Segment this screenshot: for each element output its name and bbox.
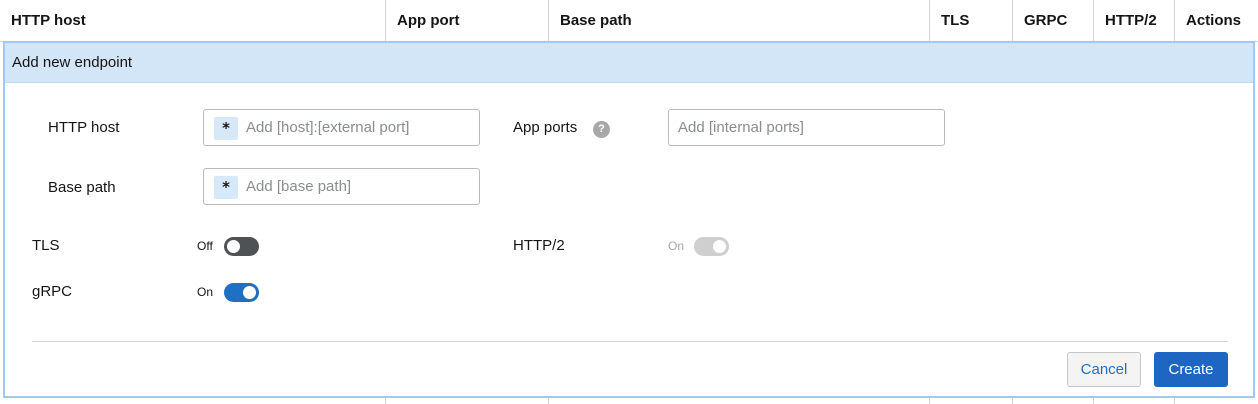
tls-label: TLS <box>32 237 60 254</box>
http-host-placeholder: Add [host]:[external port] <box>246 119 410 136</box>
http-host-input[interactable]: * Add [host]:[external port] <box>203 109 480 146</box>
required-asterisk-icon: * <box>214 117 238 140</box>
column-header-grpc: GRPC <box>1012 0 1093 42</box>
tls-state-text: Off <box>197 239 213 253</box>
help-icon[interactable]: ? <box>593 121 610 138</box>
base-path-label: Base path <box>48 179 116 196</box>
table-header: HTTP host App port Base path TLS GRPC HT… <box>0 0 1258 42</box>
column-header-app-port: App port <box>385 0 548 42</box>
footer-divider <box>32 341 1228 342</box>
column-divider <box>929 397 930 404</box>
required-asterisk-icon: * <box>214 176 238 199</box>
cancel-button[interactable]: Cancel <box>1067 352 1141 387</box>
column-divider <box>1174 397 1175 404</box>
create-button[interactable]: Create <box>1154 352 1228 387</box>
column-header-tls: TLS <box>929 0 1012 42</box>
http2-toggle <box>694 237 729 256</box>
column-divider <box>385 397 386 404</box>
tls-toggle[interactable] <box>224 237 259 256</box>
app-ports-input[interactable]: Add [internal ports] <box>668 109 945 146</box>
app-ports-placeholder: Add [internal ports] <box>678 119 804 136</box>
base-path-input[interactable]: * Add [base path] <box>203 168 480 205</box>
column-divider <box>1093 397 1094 404</box>
app-ports-label: App ports <box>513 119 578 136</box>
panel-title: Add new endpoint <box>5 43 1253 83</box>
http2-label: HTTP/2 <box>513 237 565 254</box>
column-divider <box>548 397 549 404</box>
base-path-placeholder: Add [base path] <box>246 178 352 195</box>
grpc-label: gRPC <box>32 283 73 300</box>
http2-state-text: On <box>668 239 685 253</box>
grpc-state-text: On <box>197 285 214 299</box>
column-divider <box>1012 397 1013 404</box>
http-host-label: HTTP host <box>48 119 120 136</box>
column-header-http-host: HTTP host <box>11 12 86 29</box>
grpc-toggle[interactable] <box>224 283 259 302</box>
column-header-http2: HTTP/2 <box>1093 0 1174 42</box>
add-endpoint-panel: Add new endpoint HTTP host * Add [host]:… <box>3 41 1255 398</box>
column-header-actions: Actions <box>1174 0 1258 42</box>
column-header-base-path: Base path <box>548 0 929 42</box>
